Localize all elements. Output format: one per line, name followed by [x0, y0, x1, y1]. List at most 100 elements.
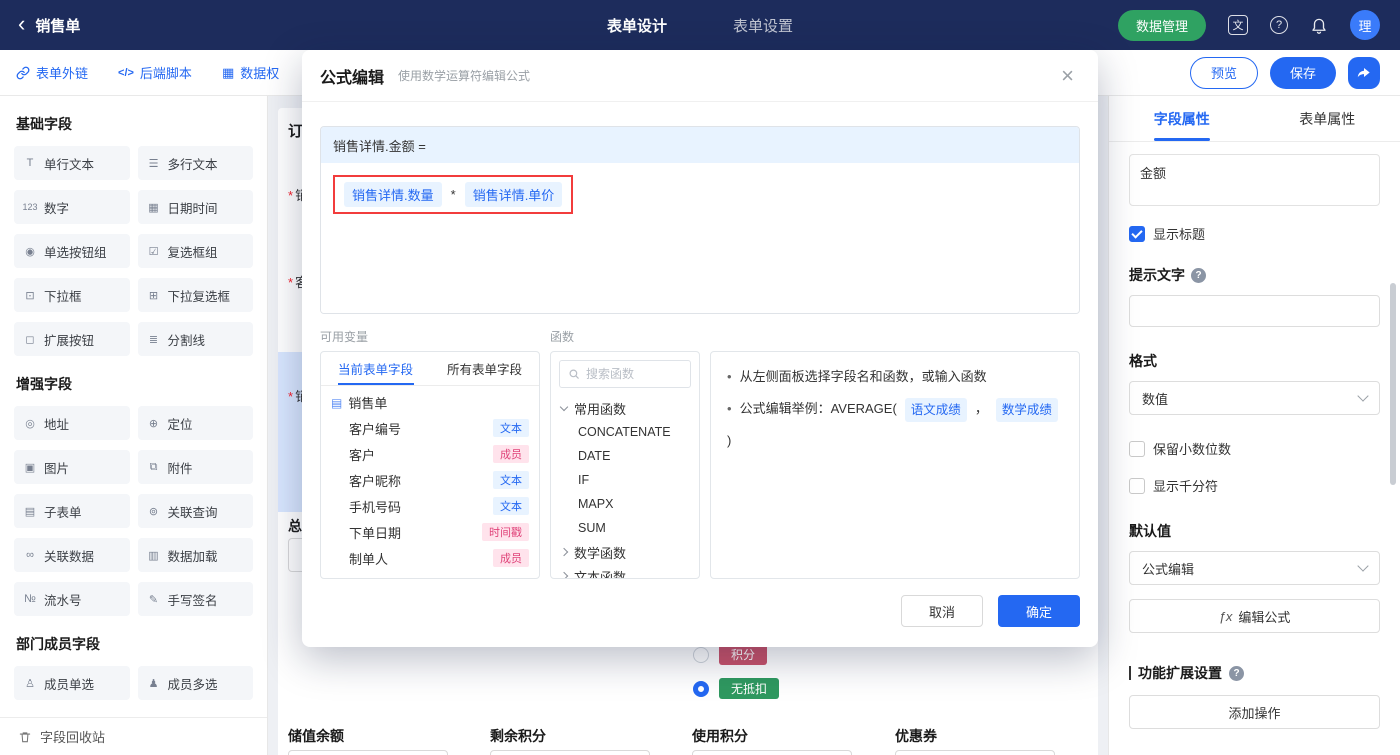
- function-item[interactable]: IF: [551, 468, 699, 492]
- field-button[interactable]: 123 数字: [14, 190, 130, 224]
- edit-formula-button[interactable]: ƒx 编辑公式: [1129, 599, 1380, 633]
- form-tree-root[interactable]: ▤ 销售单: [321, 386, 539, 415]
- variable-row[interactable]: 下单日期 时间戳: [321, 519, 539, 545]
- format-select[interactable]: 数值: [1129, 381, 1380, 415]
- no-deduction-badge: 无抵扣: [719, 678, 780, 699]
- field-button[interactable]: ☑ 复选框组: [137, 234, 253, 268]
- save-button[interactable]: 保存: [1269, 56, 1336, 89]
- field-button[interactable]: ◉ 单选按钮组: [14, 234, 130, 268]
- field-button[interactable]: ▣ 图片: [14, 450, 130, 484]
- function-group-math[interactable]: 数学函数: [551, 540, 699, 564]
- field-button[interactable]: ✎ 手写签名: [137, 582, 253, 616]
- field-button[interactable]: ♙ 成员单选: [14, 666, 130, 700]
- share-button[interactable]: [1348, 56, 1380, 89]
- checkbox-checked-icon[interactable]: [1129, 225, 1145, 242]
- back-chevron-icon[interactable]: ‹: [18, 12, 25, 35]
- member-single-icon: ♙: [25, 677, 35, 690]
- share-icon: [1356, 65, 1372, 81]
- default-value-select[interactable]: 公式编辑: [1129, 551, 1380, 585]
- column-input[interactable]: [490, 750, 650, 755]
- confirm-button[interactable]: 确定: [998, 595, 1080, 627]
- variable-row[interactable]: 手机号码 文本: [321, 493, 539, 519]
- variable-row[interactable]: 客户昵称 文本: [321, 467, 539, 493]
- hint-text-input[interactable]: [1129, 295, 1380, 327]
- formula-input-area[interactable]: 销售详情.数量 * 销售详情.单价: [321, 163, 1079, 313]
- field-button[interactable]: ♟ 成员多选: [137, 666, 253, 700]
- chevron-down-icon: [1357, 560, 1369, 572]
- points-badge: 积分: [719, 644, 768, 665]
- field-button[interactable]: № 流水号: [14, 582, 130, 616]
- field-title-input[interactable]: 金额: [1129, 154, 1380, 206]
- field-button[interactable]: ☰ 多行文本: [137, 146, 253, 180]
- add-action-button[interactable]: 添加操作: [1129, 695, 1380, 729]
- search-icon: [568, 368, 580, 380]
- member-fields-grid: ♙ 成员单选 ♟ 成员多选: [14, 666, 253, 700]
- multi-line-text-icon: ☰: [148, 157, 159, 170]
- linked-query-icon: ⊚: [148, 505, 159, 518]
- field-button[interactable]: ∞ 关联数据: [14, 538, 130, 572]
- field-button[interactable]: ⊞ 下拉复选框: [137, 278, 253, 312]
- field-recycle-bin[interactable]: 字段回收站: [0, 717, 267, 755]
- toolbar-item-backend-script[interactable]: </> 后端脚本: [118, 63, 192, 82]
- field-button[interactable]: ▦ 日期时间: [137, 190, 253, 224]
- variable-row[interactable]: 制单人 成员: [321, 545, 539, 571]
- tab-all-form-fields[interactable]: 所有表单字段: [430, 352, 539, 385]
- help-icon[interactable]: ?: [1270, 16, 1288, 34]
- translate-icon[interactable]: 文: [1228, 15, 1248, 35]
- data-manage-button[interactable]: 数据管理: [1117, 9, 1206, 41]
- tab-current-form-fields[interactable]: 当前表单字段: [321, 352, 430, 385]
- link-icon: [16, 66, 30, 80]
- radio-option-points[interactable]: 积分: [693, 644, 768, 665]
- formula-help-panel: • 从左侧面板选择字段名和函数，或输入函数 • 公式编辑举例：AVERAGE( …: [710, 351, 1080, 579]
- field-button[interactable]: ▤ 子表单: [14, 494, 130, 528]
- field-button[interactable]: ⊚ 关联查询: [137, 494, 253, 528]
- variable-row[interactable]: 客户编号 文本: [321, 415, 539, 441]
- variable-row[interactable]: 客户 成员: [321, 441, 539, 467]
- function-item[interactable]: MAPX: [551, 492, 699, 516]
- field-button[interactable]: ◎ 地址: [14, 406, 130, 440]
- tab-field-properties[interactable]: 字段属性: [1109, 96, 1255, 141]
- field-chip[interactable]: 销售详情.单价: [464, 182, 563, 207]
- field-button[interactable]: ▥ 数据加载: [137, 538, 253, 572]
- tab-form-design[interactable]: 表单设计: [607, 15, 667, 36]
- column-input[interactable]: [895, 750, 1055, 755]
- field-button[interactable]: ⧉ 附件: [137, 450, 253, 484]
- toolbar-item-data-permission[interactable]: ▦ 数据权: [222, 63, 279, 82]
- question-icon[interactable]: ?: [1229, 665, 1244, 681]
- field-button[interactable]: T 单行文本: [14, 146, 130, 180]
- checkbox-unchecked-icon[interactable]: [1129, 477, 1145, 494]
- field-chip[interactable]: 销售详情.数量: [344, 182, 442, 207]
- multi-dropdown-icon: ⊞: [148, 289, 159, 302]
- field-palette-sidebar: 基础字段 T 单行文本 ☰ 多行文本 123 数字 ▦ 日期时间 ◉ 单选按钮组 ☑ 复选框…: [0, 96, 268, 755]
- checkbox-unchecked-icon[interactable]: [1129, 440, 1145, 457]
- column-input[interactable]: [692, 750, 852, 755]
- fx-icon: ƒx: [1218, 608, 1233, 624]
- properties-body: 金额 显示标题 提示文字 ? 格式 数值 保留小数位数 显示千分符 默认值 公式…: [1109, 142, 1400, 755]
- cancel-button[interactable]: 取消: [901, 595, 983, 627]
- question-icon[interactable]: ?: [1191, 267, 1206, 283]
- radio-option-no-deduction[interactable]: 无抵扣: [693, 678, 780, 699]
- function-group-common[interactable]: 常用函数: [551, 396, 699, 420]
- show-title-checkbox-row[interactable]: 显示标题: [1129, 224, 1380, 243]
- decimal-checkbox-row[interactable]: 保留小数位数: [1129, 439, 1380, 458]
- function-search-input[interactable]: [586, 367, 682, 381]
- close-icon[interactable]: ×: [1061, 64, 1074, 87]
- function-group-text[interactable]: 文本函数: [551, 564, 699, 578]
- function-item[interactable]: SUM: [551, 516, 699, 540]
- preview-button[interactable]: 预览: [1189, 56, 1258, 89]
- bell-icon[interactable]: [1310, 16, 1328, 34]
- tab-form-properties[interactable]: 表单属性: [1255, 96, 1400, 141]
- app-root: ‹ 销售单 表单设计 表单设置 数据管理 文 ? 理 表单外链 </> 后端脚本…: [0, 0, 1400, 755]
- avatar[interactable]: 理: [1350, 10, 1380, 40]
- field-button[interactable]: ≣ 分割线: [137, 322, 253, 356]
- function-item[interactable]: CONCATENATE: [551, 420, 699, 444]
- column-input[interactable]: [288, 750, 448, 755]
- field-button[interactable]: ◻ 扩展按钮: [14, 322, 130, 356]
- tab-form-settings[interactable]: 表单设置: [733, 15, 793, 36]
- scrollbar-thumb[interactable]: [1390, 283, 1396, 485]
- toolbar-item-external-link[interactable]: 表单外链: [16, 63, 88, 82]
- field-button[interactable]: ⊡ 下拉框: [14, 278, 130, 312]
- thousand-separator-checkbox-row[interactable]: 显示千分符: [1129, 476, 1380, 495]
- function-item[interactable]: DATE: [551, 444, 699, 468]
- field-button[interactable]: ⊕ 定位: [137, 406, 253, 440]
